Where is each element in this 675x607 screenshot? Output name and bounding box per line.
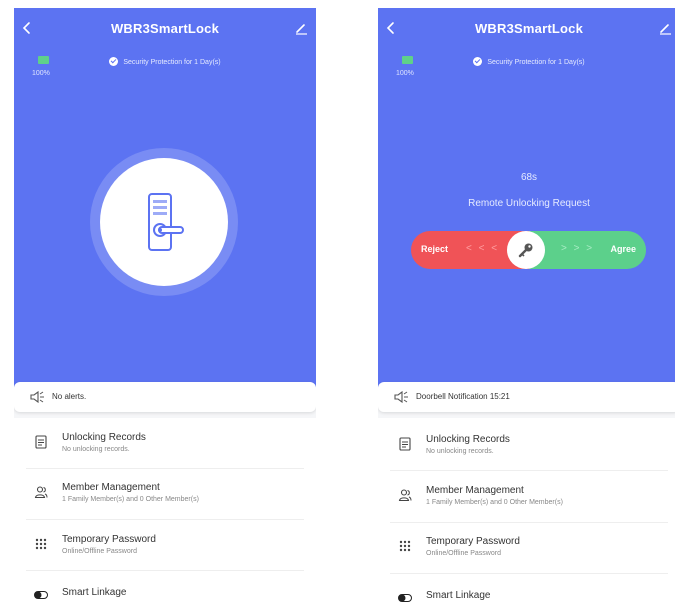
- unlock-button[interactable]: [100, 158, 228, 286]
- menu-item-subtitle: Online/Offline Password: [426, 550, 501, 557]
- divider: [390, 573, 668, 574]
- battery-level: 100%: [32, 70, 50, 77]
- right-arrows: > > >: [561, 243, 595, 254]
- doorbell-notification-text: Doorbell Notification 15:21: [416, 392, 510, 401]
- menu-item-unlocking-records[interactable]: Unlocking Records No unlocking records.: [378, 430, 675, 480]
- divider: [390, 522, 668, 523]
- menu-item-smart-linkage[interactable]: Smart Linkage: [14, 581, 316, 606]
- menu-item-member-management[interactable]: Member Management 1 Family Member(s) and…: [14, 478, 316, 528]
- menu-item-member-management[interactable]: Member Management 1 Family Member(s) and…: [378, 481, 675, 531]
- menu-item-title: Unlocking Records: [62, 432, 146, 443]
- header-panel: WBR3SmartLock 100% Security Protection f…: [378, 8, 675, 401]
- menu-item-title: Temporary Password: [426, 536, 520, 547]
- edit-icon[interactable]: [294, 21, 308, 35]
- top-bar: WBR3SmartLock: [378, 8, 675, 48]
- reject-button[interactable]: Reject: [421, 244, 448, 254]
- door-lock-icon: [148, 193, 184, 251]
- alert-text: No alerts.: [52, 392, 87, 401]
- phone-screen-remote-unlock: WBR3SmartLock 100% Security Protection f…: [378, 8, 675, 606]
- menu-list: Unlocking Records No unlocking records. …: [14, 418, 316, 606]
- keypad-icon: [35, 538, 47, 550]
- toggle-icon: [34, 591, 48, 599]
- page-title: WBR3SmartLock: [110, 21, 220, 36]
- doorbell-notification-bar[interactable]: Doorbell Notification 15:21: [378, 382, 675, 412]
- alert-bar[interactable]: No alerts.: [14, 382, 316, 412]
- slider-handle[interactable]: [507, 231, 545, 269]
- menu-item-title: Unlocking Records: [426, 434, 510, 445]
- unlock-decision-slider[interactable]: Reject < < < > > > Agree: [411, 231, 646, 269]
- agree-button[interactable]: Agree: [610, 244, 636, 254]
- countdown-timer: 68s: [520, 172, 538, 183]
- records-icon: [399, 437, 411, 451]
- left-arrows: < < <: [466, 243, 500, 254]
- battery-level: 100%: [396, 70, 414, 77]
- security-status: Security Protection for 1 Day(s): [378, 57, 675, 66]
- phone-screen-lock-home: WBR3SmartLock 100% Security Protection f…: [14, 8, 316, 606]
- speaker-icon: [30, 391, 44, 403]
- toggle-icon: [398, 594, 412, 602]
- menu-item-title: Smart Linkage: [426, 590, 491, 601]
- shield-check-icon: [473, 57, 483, 66]
- edit-icon[interactable]: [658, 21, 672, 35]
- members-icon: [34, 486, 48, 499]
- menu-item-subtitle: Online/Offline Password: [62, 548, 137, 555]
- security-text: Security Protection for 1 Day(s): [123, 59, 221, 66]
- menu-item-smart-linkage[interactable]: Smart Linkage: [378, 584, 675, 606]
- shield-check-icon: [109, 57, 119, 66]
- menu-item-subtitle: 1 Family Member(s) and 0 Other Member(s): [62, 496, 199, 503]
- divider: [26, 468, 304, 469]
- page-title: WBR3SmartLock: [474, 21, 584, 36]
- menu-item-title: Member Management: [62, 482, 160, 493]
- menu-item-subtitle: No unlocking records.: [62, 446, 130, 453]
- menu-item-subtitle: 1 Family Member(s) and 0 Other Member(s): [426, 499, 563, 506]
- menu-item-temporary-password[interactable]: Temporary Password Online/Offline Passwo…: [14, 530, 316, 580]
- security-text: Security Protection for 1 Day(s): [487, 59, 585, 66]
- records-icon: [35, 435, 47, 449]
- menu-list: Unlocking Records No unlocking records. …: [378, 418, 675, 606]
- menu-item-title: Member Management: [426, 485, 524, 496]
- members-icon: [398, 489, 412, 502]
- speaker-icon: [394, 391, 408, 403]
- divider: [26, 570, 304, 571]
- menu-item-title: Smart Linkage: [62, 587, 127, 598]
- security-status: Security Protection for 1 Day(s): [14, 57, 316, 66]
- menu-item-title: Temporary Password: [62, 534, 156, 545]
- header-panel: WBR3SmartLock 100% Security Protection f…: [14, 8, 316, 401]
- key-icon: [518, 243, 533, 258]
- menu-item-temporary-password[interactable]: Temporary Password Online/Offline Passwo…: [378, 532, 675, 582]
- divider: [26, 519, 304, 520]
- remote-unlock-request-label: Remote Unlocking Request: [468, 198, 590, 209]
- divider: [390, 470, 668, 471]
- menu-item-subtitle: No unlocking records.: [426, 448, 494, 455]
- keypad-icon: [399, 540, 411, 552]
- menu-item-unlocking-records[interactable]: Unlocking Records No unlocking records.: [14, 428, 316, 478]
- top-bar: WBR3SmartLock: [14, 8, 316, 48]
